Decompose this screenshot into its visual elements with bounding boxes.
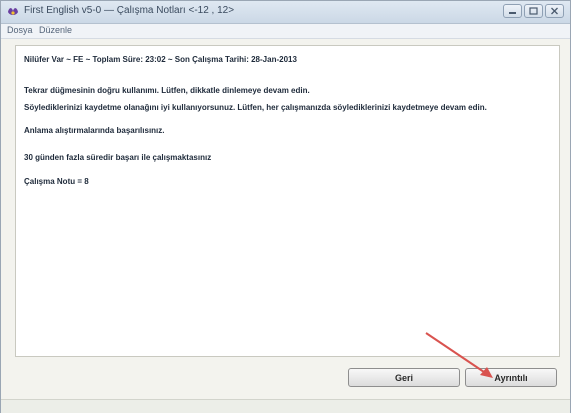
maximize-button[interactable] [524, 4, 543, 18]
details-button[interactable]: Ayrıntılı [465, 368, 557, 387]
back-button[interactable]: Geri [348, 368, 460, 387]
app-logo-icon [8, 8, 18, 15]
maximize-icon [529, 7, 538, 15]
report-header: Nilüfer Var ~ FE ~ Toplam Süre: 23:02 ~ … [24, 55, 297, 64]
menu-bar: Dosya Düzenle [1, 24, 570, 39]
app-window: First English v5-0 — Çalışma Notları <-1… [0, 0, 571, 413]
close-icon [551, 7, 558, 15]
status-bar [1, 399, 570, 413]
minimize-button[interactable] [503, 4, 522, 18]
report-line: 30 günden fazla süredir başarı ile çalış… [24, 153, 212, 162]
window-title: First English v5-0 — Çalışma Notları <-1… [24, 5, 235, 16]
menu-file[interactable]: Dosya [7, 25, 33, 35]
report-line: Tekrar düğmesinin doğru kullanımı. Lütfe… [24, 86, 310, 95]
menu-edit[interactable]: Düzenle [39, 25, 72, 35]
study-grade: Çalışma Notu = 8 [24, 177, 89, 186]
title-bar: First English v5-0 — Çalışma Notları <-1… [1, 1, 570, 24]
report-panel: Nilüfer Var ~ FE ~ Toplam Süre: 23:02 ~ … [15, 45, 560, 357]
window-controls [503, 4, 564, 18]
minimize-icon [509, 12, 516, 14]
button-bar: Geri Ayrıntılı [15, 357, 560, 397]
report-line: Anlama alıştırmalarında başarılısınız. [24, 126, 165, 135]
report-line: Söylediklerinizi kaydetme olanağını iyi … [24, 103, 487, 112]
close-button[interactable] [545, 4, 564, 18]
